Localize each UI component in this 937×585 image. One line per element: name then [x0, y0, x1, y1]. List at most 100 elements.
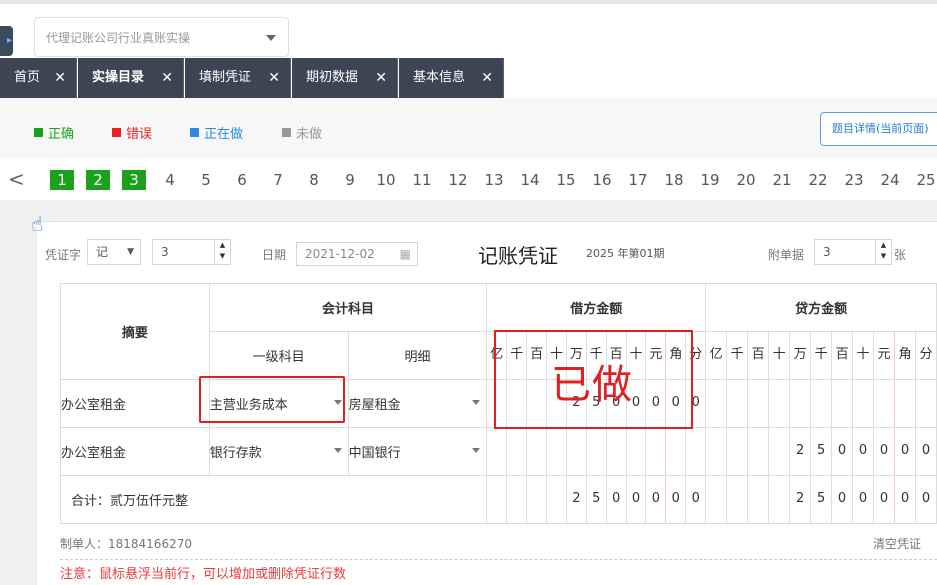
voucher-number-input[interactable]: 3 ▲ ▼: [152, 239, 231, 265]
attach-label: 附单据: [768, 248, 805, 262]
digit-cell: [507, 476, 528, 523]
page-number-8[interactable]: 8: [302, 170, 326, 190]
digit-cell: [527, 428, 548, 475]
digit-cell: [686, 429, 704, 475]
page-number-24[interactable]: 24: [878, 170, 902, 190]
total-label: 合计：贰万伍仟元整: [59, 475, 488, 524]
page-number-16[interactable]: 16: [590, 170, 614, 190]
page-number-14[interactable]: 14: [518, 170, 542, 190]
digit-cell: 千: [727, 332, 749, 379]
page-number-21[interactable]: 21: [770, 170, 794, 190]
total-row: 合计：贰万伍仟元整 2500000 2500000: [59, 475, 937, 524]
digit-cell: 0: [921, 443, 931, 458]
attach-count-input[interactable]: 3 ▲ ▼: [814, 239, 892, 265]
digit-cell: [646, 428, 667, 475]
page-number-23[interactable]: 23: [842, 170, 866, 190]
digit-cell: [727, 476, 749, 523]
page-number-18[interactable]: 18: [662, 170, 686, 190]
highlight-box-subject: [199, 376, 345, 423]
digit-cell: [811, 380, 833, 427]
number-stepper[interactable]: ▲ ▼: [214, 240, 230, 264]
page-number-25[interactable]: 25: [914, 170, 937, 190]
tab-basic-info[interactable]: 基本信息 ✕: [399, 58, 504, 98]
row-summary[interactable]: 办公室租金: [60, 427, 210, 476]
digit-cell: 百: [832, 332, 854, 379]
row-level1-select[interactable]: 银行存款: [208, 427, 349, 476]
page-number-15[interactable]: 15: [554, 170, 578, 190]
chevron-left-icon[interactable]: <: [8, 167, 25, 191]
page-number-6[interactable]: 6: [230, 170, 254, 190]
page-number-17[interactable]: 17: [626, 170, 650, 190]
digit-cell: [567, 428, 587, 475]
course-select[interactable]: 代理记账公司行业真账实操: [34, 17, 289, 57]
page-number-3[interactable]: 3: [122, 170, 146, 190]
clear-voucher-link[interactable]: 清空凭证: [873, 535, 921, 552]
header-summary: 摘要: [60, 283, 210, 380]
page-number-12[interactable]: 12: [446, 170, 470, 190]
page-number-13[interactable]: 13: [482, 170, 506, 190]
page-number-11[interactable]: 11: [410, 170, 434, 190]
row-detail-select[interactable]: 中国银行: [347, 427, 488, 476]
header-level1: 一级科目: [208, 331, 349, 380]
header-debit: 借方金额: [486, 283, 707, 332]
page-number-5[interactable]: 5: [194, 170, 218, 190]
question-detail-button[interactable]: 题目详情(当前页面): [820, 112, 937, 146]
digit-cell: [874, 380, 896, 427]
legend-correct: 正确: [34, 123, 74, 142]
close-icon[interactable]: ✕: [481, 58, 493, 98]
digit-cell: 元: [874, 332, 896, 379]
digit-cell: [488, 428, 508, 475]
row-credit-amount[interactable]: [705, 379, 937, 428]
digit-cell: [666, 428, 687, 475]
digit-cell: 亿: [707, 332, 728, 379]
page-number-9[interactable]: 9: [338, 170, 362, 190]
digit-cell: 万: [790, 332, 812, 379]
tab-practice-catalog[interactable]: 实操目录 ✕: [78, 58, 184, 98]
tab-bar: 首页 ✕ 实操目录 ✕ 填制凭证 ✕ 期初数据 ✕ 基本信息 ✕: [0, 58, 937, 98]
page-number-7[interactable]: 7: [266, 170, 290, 190]
page-number-19[interactable]: 19: [698, 170, 722, 190]
digit-cell: 2: [790, 428, 812, 475]
digit-cell: 千: [811, 332, 833, 379]
digit-cell: 0: [895, 428, 917, 475]
tab-opening-data[interactable]: 期初数据 ✕: [292, 58, 398, 98]
header-detail: 明细: [347, 331, 488, 380]
row-detail-select[interactable]: 房屋租金: [347, 379, 488, 428]
date-input[interactable]: 2021-12-02 ▦: [296, 242, 418, 266]
digit-cell: 0: [691, 491, 700, 506]
digit-cell: 0: [895, 476, 917, 523]
chevron-down-icon: [333, 448, 342, 453]
page-number-2[interactable]: 2: [86, 170, 110, 190]
digit-cell: 0: [853, 476, 875, 523]
status-legend: 正确 错误 正在做 未做: [0, 98, 937, 158]
attach-unit: 张: [894, 248, 907, 262]
page-number-1[interactable]: 1: [50, 170, 74, 190]
digit-cell: 2: [567, 476, 587, 523]
page-number-10[interactable]: 10: [374, 170, 398, 190]
tab-home[interactable]: 首页 ✕: [0, 58, 77, 98]
question-pager: < 1 2 3 4 5 6 7 8 9 10 11 12 13 14 15 16 17 18 19 20 21 22 23 2…: [0, 158, 937, 200]
digit-cell: 分: [919, 347, 933, 362]
voucher-period: 2025 年第01期: [586, 247, 665, 260]
page-number-22[interactable]: 22: [806, 170, 830, 190]
row-debit-amount[interactable]: [486, 427, 707, 476]
row-credit-amount[interactable]: 2500000: [705, 427, 937, 476]
table-row[interactable]: 办公室租金 银行存款 中国银行 2500000: [60, 427, 937, 476]
digit-cell: [916, 381, 935, 427]
digit-cell: 0: [921, 491, 931, 506]
voucher-word-select[interactable]: 记 ▼: [87, 239, 141, 265]
close-icon[interactable]: ✕: [161, 58, 173, 98]
close-icon[interactable]: ✕: [54, 58, 66, 98]
page-number-4[interactable]: 4: [158, 170, 182, 190]
page-number-20[interactable]: 20: [734, 170, 758, 190]
chevron-down-icon: [472, 400, 481, 405]
attach-stepper[interactable]: ▲ ▼: [875, 240, 891, 264]
tab-fill-voucher[interactable]: 填制凭证 ✕: [185, 58, 291, 98]
close-icon[interactable]: ✕: [375, 58, 387, 98]
row-summary[interactable]: 办公室租金: [60, 379, 210, 428]
close-icon[interactable]: ✕: [268, 58, 280, 98]
chevron-down-icon: ▼: [127, 247, 134, 257]
chevron-down-icon: [266, 35, 276, 41]
menu-toggle-icon[interactable]: ▸: [0, 26, 13, 56]
digit-cell: [895, 380, 917, 427]
